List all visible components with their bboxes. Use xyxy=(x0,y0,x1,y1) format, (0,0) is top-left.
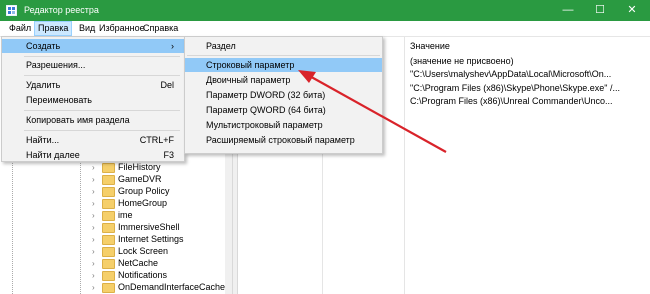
close-button[interactable]: ✕ xyxy=(616,0,648,21)
menu-item-delete[interactable]: Удалить Del xyxy=(2,78,184,92)
tree-item[interactable]: › NetCache xyxy=(92,257,158,269)
tree-item[interactable]: › Internet Settings xyxy=(92,233,184,245)
column-header-value[interactable]: Значение xyxy=(410,41,450,51)
chevron-right-icon: › xyxy=(171,41,174,51)
window-title: Редактор реестра xyxy=(24,5,99,15)
menu-separator xyxy=(24,56,180,57)
menu-view[interactable]: Вид xyxy=(76,22,98,35)
minimize-button[interactable]: — xyxy=(552,0,584,21)
tree-scrollbar[interactable] xyxy=(225,140,232,294)
submenu-item-key[interactable]: Раздел xyxy=(185,39,382,53)
folder-icon xyxy=(102,258,115,269)
folder-icon xyxy=(102,162,115,173)
shortcut-label: F3 xyxy=(163,150,174,160)
folder-icon xyxy=(102,198,115,209)
tree-item[interactable]: › Group Policy xyxy=(92,185,170,197)
submenu-item-string-value[interactable]: Строковый параметр xyxy=(185,58,382,72)
tree-item[interactable]: › Notifications xyxy=(92,269,167,281)
menu-separator xyxy=(24,110,180,111)
tree-guide-line xyxy=(80,155,82,294)
menu-bar: Файл Правка Вид Избранное Справка xyxy=(0,21,650,37)
menu-item-find-next[interactable]: Найти далее F3 xyxy=(2,148,184,162)
maximize-button[interactable]: ☐ xyxy=(584,0,616,21)
tree-guide-line xyxy=(12,140,14,294)
menu-item-create[interactable]: Создать › xyxy=(2,39,184,53)
tree-item[interactable]: › HomeGroup xyxy=(92,197,167,209)
shortcut-label: Del xyxy=(160,80,174,90)
folder-icon xyxy=(102,270,115,281)
chevron-right-icon[interactable]: › xyxy=(92,282,102,294)
folder-icon xyxy=(102,234,115,245)
submenu-item-multi-string-value[interactable]: Мультистроковый параметр xyxy=(185,118,382,132)
tree-item[interactable]: › ime xyxy=(92,209,133,221)
submenu-item-dword-value[interactable]: Параметр DWORD (32 бита) xyxy=(185,88,382,102)
menu-separator xyxy=(24,130,180,131)
submenu-item-binary-value[interactable]: Двоичный параметр xyxy=(185,73,382,87)
tree-item[interactable]: › Lock Screen xyxy=(92,245,168,257)
submenu-item-qword-value[interactable]: Параметр QWORD (64 бита) xyxy=(185,103,382,117)
folder-icon xyxy=(102,186,115,197)
folder-icon xyxy=(102,222,115,233)
menu-file[interactable]: Файл xyxy=(6,22,34,35)
menu-item-rename[interactable]: Переименовать xyxy=(2,93,184,107)
column-separator[interactable] xyxy=(404,37,405,294)
tree-item[interactable]: › OnDemandInterfaceCache xyxy=(92,281,225,293)
folder-icon xyxy=(102,246,115,257)
title-bar: Редактор реестра — ☐ ✕ xyxy=(0,0,650,21)
folder-icon xyxy=(102,210,115,221)
create-submenu: Раздел Строковый параметр Двоичный парам… xyxy=(184,36,383,154)
value-row[interactable]: "C:\Program Files (x86)\Skype\Phone\Skyp… xyxy=(410,83,620,93)
menu-item-copy-key-name[interactable]: Копировать имя раздела xyxy=(2,113,184,127)
value-row[interactable]: (значение не присвоено) xyxy=(410,56,514,66)
shortcut-label: CTRL+F xyxy=(139,135,174,145)
edit-menu: Создать › Разрешения... Удалить Del Пере… xyxy=(1,36,185,162)
menu-help[interactable]: Справка xyxy=(140,22,181,35)
value-row[interactable]: "C:\Users\malyshev\AppData\Local\Microso… xyxy=(410,69,611,79)
value-row[interactable]: C:\Program Files (x86)\Unreal Commander\… xyxy=(410,96,613,106)
tree-item[interactable]: › GameDVR xyxy=(92,173,162,185)
menu-item-permissions[interactable]: Разрешения... xyxy=(2,58,184,72)
menu-item-find[interactable]: Найти... CTRL+F xyxy=(2,133,184,147)
menu-separator xyxy=(187,55,380,56)
folder-icon xyxy=(102,174,115,185)
menu-separator xyxy=(24,75,180,76)
folder-icon xyxy=(102,282,115,293)
registry-editor-icon xyxy=(6,5,17,16)
tree-item[interactable]: › ImmersiveShell xyxy=(92,221,180,233)
submenu-item-expandable-string-value[interactable]: Расширяемый строковый параметр xyxy=(185,133,382,147)
menu-edit[interactable]: Правка xyxy=(34,21,73,36)
tree-item[interactable]: › FileHistory xyxy=(92,161,161,173)
